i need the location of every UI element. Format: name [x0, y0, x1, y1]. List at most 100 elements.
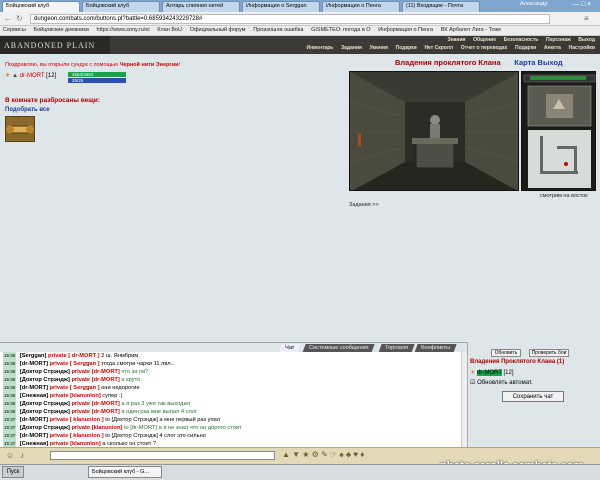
- chat-line: 15:37 [dr-MORT] private [ klanunion ] to…: [0, 432, 467, 440]
- chat-text: а круто: [121, 377, 141, 383]
- chat-nick[interactable]: [Доктор Стрэндж]: [20, 409, 70, 415]
- nav-communication[interactable]: Общение: [470, 37, 499, 43]
- nav-tasks[interactable]: Задания: [338, 45, 365, 51]
- chat-target[interactable]: [klanunion]: [92, 425, 123, 431]
- browser-tab-0[interactable]: Бойцовский клуб: [2, 1, 80, 12]
- map-exit-link[interactable]: Карта Выход: [514, 58, 562, 67]
- chat-target[interactable]: [ dr-MORT ]: [68, 353, 99, 359]
- chat-time: 15:37: [3, 424, 17, 432]
- checkbox-icon[interactable]: ☑: [470, 380, 475, 386]
- chat-line: 15:36 [Снежная] private [klanunion] супе…: [0, 392, 467, 400]
- clan-icon: ▲: [12, 73, 19, 79]
- nav-scroll[interactable]: Нет Скролл: [421, 45, 456, 51]
- bookmark-1[interactable]: Бойцовские дневники: [30, 26, 91, 34]
- chat-nick[interactable]: [Доктор Стрэндж]: [20, 401, 70, 407]
- chat-time: 15:36: [3, 384, 17, 392]
- online-user-name[interactable]: dr-MORT: [477, 370, 502, 376]
- user-sun-icon: ☀: [470, 370, 476, 376]
- chat-text: и один раз мне выпал 4 слог: [121, 409, 198, 415]
- nav-gifts-2[interactable]: Подарки: [512, 45, 539, 51]
- chat-toolbar-icons[interactable]: ▲ ▼ ★ ⚙ ✎ ☞ ♠ ♣ ♥ ♦: [282, 450, 462, 461]
- dungeon-scene: [350, 72, 518, 190]
- chat-nick[interactable]: [dr-MORT]: [20, 361, 48, 367]
- chat-target[interactable]: [ klanunion ]: [70, 417, 104, 423]
- nav-skills[interactable]: Умения: [367, 45, 391, 51]
- nav-profile[interactable]: Анкета: [541, 45, 564, 51]
- chat-nick[interactable]: [Доктор Стрэндж]: [20, 369, 70, 375]
- tasks-link[interactable]: Задания >>: [349, 202, 379, 208]
- auto-update-option[interactable]: ☑ Обновлять автомат.: [470, 379, 533, 386]
- chat-target[interactable]: [dr-MORT]: [92, 409, 120, 415]
- player-name[interactable]: dr-MORT: [20, 73, 45, 79]
- hp-bar: 4564/4564: [68, 72, 126, 77]
- chat-target[interactable]: [ klanunion ]: [70, 433, 104, 439]
- bookmark-0[interactable]: Сервисы: [0, 26, 29, 34]
- browser-tab-3[interactable]: Информация о Serggan: [242, 1, 320, 12]
- browser-tab-2[interactable]: Алтарь слияния нитей: [162, 1, 240, 12]
- chat-nick[interactable]: [dr-MORT]: [20, 433, 48, 439]
- scroll-item-icon[interactable]: [5, 116, 35, 142]
- online-user-level: [12]: [503, 370, 514, 376]
- save-chat-button[interactable]: Сохранить чат: [502, 391, 564, 402]
- bookmark-5[interactable]: Произошла ошибка: [250, 26, 306, 34]
- minimap[interactable]: [521, 71, 596, 191]
- menu-icon[interactable]: ≡: [584, 14, 589, 23]
- online-user[interactable]: ☀ dr-MORT [12]: [470, 369, 514, 376]
- nav-knowledge[interactable]: Знания: [445, 37, 469, 43]
- online-location-title: Владения Проклятого Клана (1): [470, 359, 565, 365]
- chat-target[interactable]: [ Serggan ]: [70, 361, 100, 367]
- url-input[interactable]: dungeon.combats.com/buttons.pl?battle=0.…: [30, 14, 550, 24]
- nav-character[interactable]: Персонаж: [543, 37, 574, 43]
- chat-target[interactable]: [dr-MORT]: [92, 401, 120, 407]
- bookmark-4[interactable]: Официальный форум: [187, 26, 249, 34]
- chat-input[interactable]: [50, 451, 275, 460]
- location-header: Владения проклятого Клана Карта Выход: [395, 58, 563, 67]
- nav-exit[interactable]: Выход: [575, 37, 598, 43]
- chat-line: 15:36 [Доктор Стрэндж] private [dr-MORT]…: [0, 408, 467, 416]
- refresh-button[interactable]: Обновить: [491, 349, 521, 357]
- bookmark-2[interactable]: https://www.sony.ru/el: [94, 26, 153, 34]
- chat-target[interactable]: [dr-MORT]: [92, 377, 120, 383]
- back-icon[interactable]: ←: [4, 14, 12, 23]
- chat-line: 15:36 [dr-MORT] private [ Serggan ] тогд…: [0, 360, 467, 368]
- check-battles-button[interactable]: Проверить бои: [529, 349, 569, 357]
- chat-text: to [dr-MORT] а я не знал что он дорого с…: [123, 425, 242, 431]
- bookmark-6[interactable]: GISMETEO: погода в О: [308, 26, 373, 34]
- dungeon-view[interactable]: [349, 71, 519, 191]
- chat-nick[interactable]: [Снежная]: [20, 393, 48, 399]
- browser-tab-bar: Бойцовский клуб Бойцовский клуб Алтарь с…: [0, 0, 600, 12]
- reload-icon[interactable]: ↻: [16, 14, 23, 23]
- chat-target[interactable]: [ Serggan ]: [70, 385, 100, 391]
- nav-transfers[interactable]: Отчет о переводах: [458, 45, 511, 51]
- chat-private-tag: private: [71, 409, 91, 415]
- chat-nick[interactable]: [Доктор Стрэндж]: [20, 425, 70, 431]
- start-button[interactable]: Пуск: [2, 466, 24, 478]
- chat-log[interactable]: 15:36 [Serggan] private [ dr-MORT ] 2 ш.…: [0, 352, 467, 447]
- nav-settings[interactable]: Настройки: [566, 45, 598, 51]
- bookmark-8[interactable]: ВК Арбалет Лига - Тоже: [438, 26, 505, 34]
- bookmark-3[interactable]: Клан BoU: [154, 26, 185, 34]
- chat-target[interactable]: [dr-MORT]: [92, 369, 120, 375]
- chat-line: 15:37 [Снежная] private [klanunion] а ск…: [0, 440, 467, 447]
- chat-time: 15:36: [3, 360, 17, 368]
- smile-icon[interactable]: ☺: [6, 451, 14, 460]
- chat-nick[interactable]: [Доктор Стрэндж]: [20, 377, 70, 383]
- chat-nick[interactable]: [Serggan]: [20, 353, 47, 359]
- nav-gifts[interactable]: Подарки: [393, 45, 420, 51]
- bookmark-7[interactable]: Информация о Пенга: [375, 26, 436, 34]
- nav-security[interactable]: Безопасность: [501, 37, 542, 43]
- view-direction-label: смотрим на восток: [540, 193, 588, 199]
- taskbar-window[interactable]: Бойцовский клуб - G...: [88, 466, 162, 478]
- chat-private-tag: private: [71, 425, 91, 431]
- browser-tab-1[interactable]: Бойцовский клуб: [82, 1, 160, 12]
- nav-inventory[interactable]: Инвентарь: [304, 45, 337, 51]
- sound-icon[interactable]: ♪: [20, 451, 24, 460]
- pick-all-link[interactable]: Подобрать все: [5, 107, 50, 113]
- browser-tab-5[interactable]: (11) Входящие - Почта: [402, 1, 480, 12]
- browser-user[interactable]: Александр: [520, 1, 548, 7]
- browser-tab-4[interactable]: Информация о Пенга: [322, 1, 400, 12]
- chat-nick[interactable]: [dr-MORT]: [20, 417, 48, 423]
- chat-target[interactable]: [klanunion]: [70, 393, 101, 399]
- window-controls[interactable]: — □ ×: [572, 1, 598, 8]
- chat-nick[interactable]: [dr-MORT]: [20, 385, 48, 391]
